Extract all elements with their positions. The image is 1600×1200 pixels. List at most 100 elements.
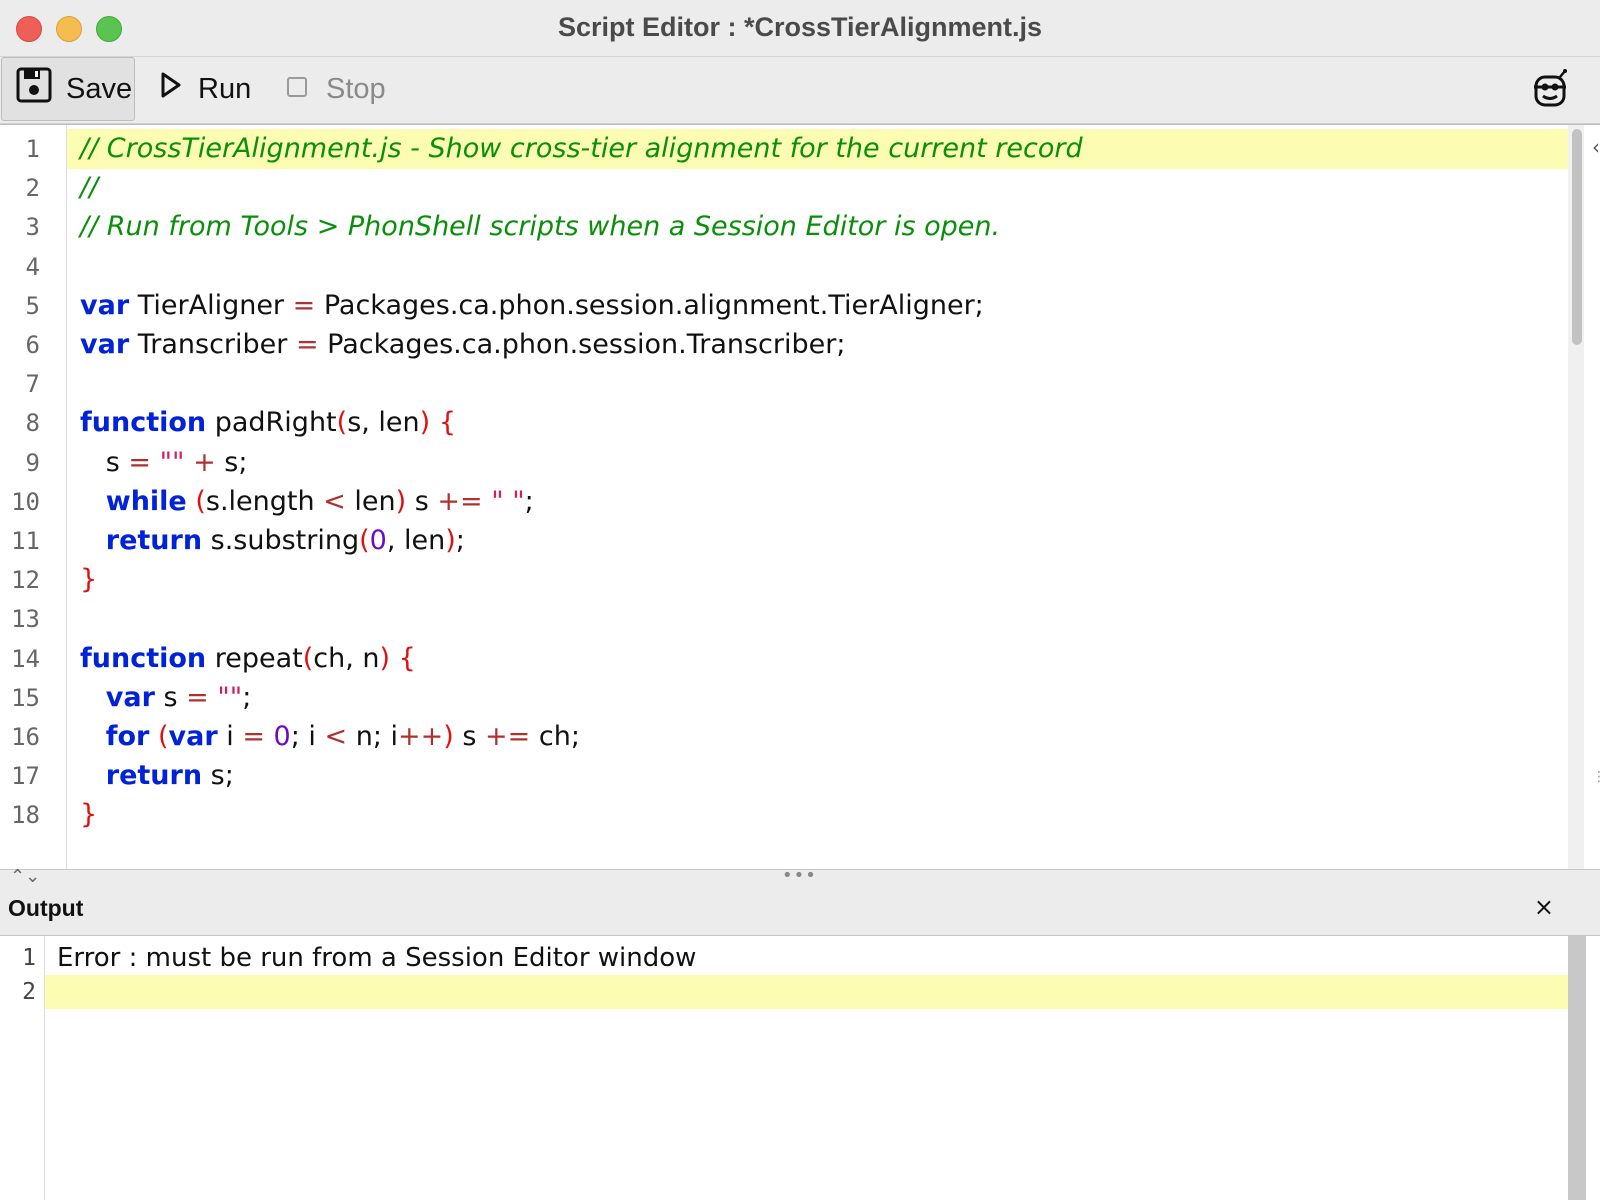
line-number: 1 [25,135,40,163]
output-console[interactable]: 12 Error : must be run from a Session Ed… [0,936,1600,1200]
code-editor[interactable]: 1 2 3 4 5 6 7 8 9 10 11 12 13 14 15 16 17 18 // CrossTier… [0,124,1600,870]
code-token: s [154,681,187,713]
line-number: 18 [11,801,40,830]
line-number: 12 [11,566,40,595]
code-line[interactable] [67,247,1570,287]
robot-icon[interactable] [1532,69,1568,113]
output-line-number-gutter: 12 [0,936,45,1200]
code-token: ) [443,721,454,752]
line-number: 7 [25,370,40,399]
code-token: ; [455,525,465,556]
code-token: return [105,760,203,792]
code-token: n; i [347,721,399,752]
code-token: " " [491,485,525,517]
code-token: var [105,681,155,713]
code-line[interactable]: var TierAligner = Packages.ca.phon.sessi… [67,286,1570,326]
code-token: function [80,642,207,674]
code-token: = [292,289,316,321]
run-label: Run [198,72,252,105]
code-token: < [323,485,346,517]
output-line[interactable] [45,975,1568,1009]
code-token: ( [336,407,348,439]
code-token: ( [195,485,206,517]
code-token: < [324,721,348,752]
stop-button[interactable]: Stop [286,57,386,121]
editor-output-splitter[interactable]: ⌃⌄ ••• [0,865,1600,887]
code-token: s; [215,446,248,478]
code-token: return [105,525,203,556]
stop-label: Stop [326,72,386,105]
line-number: 17 [11,762,40,791]
code-line[interactable]: // [67,168,1570,208]
code-line[interactable]: } [67,560,1570,600]
code-token: s [453,721,486,752]
collapse-panel-icon[interactable]: ‹ [1592,135,1600,159]
code-token: "" [159,446,185,478]
code-token: s.length [205,485,324,517]
code-line[interactable] [67,364,1570,404]
code-token: // Run from Tools > PhonShell scripts wh… [80,211,1001,243]
close-output-button[interactable]: × [1534,893,1554,921]
line-number: 2 [25,174,40,203]
stop-square-icon [286,73,308,106]
save-button[interactable]: Save [1,57,135,121]
code-line[interactable]: return s; [67,756,1570,796]
code-line[interactable]: return s.substring(0, len); [67,521,1570,561]
line-number: 3 [25,213,40,242]
code-token: = [242,721,265,752]
output-title: Output [8,895,84,921]
code-token: padRight [206,407,337,439]
code-line[interactable] [67,599,1570,639]
code-line[interactable]: var Transcriber = Packages.ca.phon.sessi… [67,325,1570,365]
run-button[interactable]: Run [160,57,251,121]
code-line[interactable]: function repeat(ch, n) { [67,639,1570,679]
code-token: i [217,721,243,752]
play-icon [160,72,182,106]
code-line[interactable]: var s = ""; [67,678,1570,718]
code-token: ( [302,642,314,674]
code-token: TierAligner [129,289,293,321]
code-token: ch, n [313,642,380,674]
code-line[interactable]: for (var i = 0; i < n; i++) s += ch; [67,717,1570,757]
line-number: 14 [11,644,40,673]
save-label: Save [66,72,133,105]
code-line[interactable]: // Run from Tools > PhonShell scripts wh… [67,207,1570,247]
code-line[interactable]: function padRight(s, len) { [67,403,1570,443]
code-token: ) [395,485,407,517]
code-token: } [80,799,98,831]
code-line[interactable]: s = "" + s; [67,443,1570,483]
code-token: , len [386,525,446,556]
code-token: += [485,721,531,752]
code-line[interactable]: while (s.length < len) s += " "; [67,482,1570,522]
code-token: = [128,446,152,478]
code-token: ( [157,721,169,752]
code-line[interactable]: } [67,795,1570,835]
code-token: while [105,485,187,517]
line-number: 13 [11,605,40,634]
code-token: Packages.ca.phon.session.Transcriber; [318,329,846,360]
line-number: 10 [11,487,40,516]
code-token: 0 [369,525,387,556]
line-number: 4 [25,252,40,281]
code-line[interactable]: // CrossTierAlignment.js - Show cross-ti… [67,129,1570,169]
code-token: ) [379,642,391,674]
code-token: += [437,485,483,517]
output-line-number: 2 [22,979,36,1005]
output-scrollbar[interactable] [1568,936,1586,1200]
line-number: 5 [25,291,40,320]
code-token: 0 [273,721,291,752]
title-bar: Script Editor : *CrossTierAlignment.js [0,0,1600,57]
code-token: ; i [290,721,325,752]
code-token: // CrossTierAlignment.js - Show cross-ti… [80,133,1083,164]
code-token: } [80,564,98,596]
side-splitter-handle[interactable]: ⋮ [1592,770,1600,784]
editor-scrollbar-thumb[interactable] [1572,129,1582,345]
output-line[interactable]: Error : must be run from a Session Edito… [45,941,1568,975]
